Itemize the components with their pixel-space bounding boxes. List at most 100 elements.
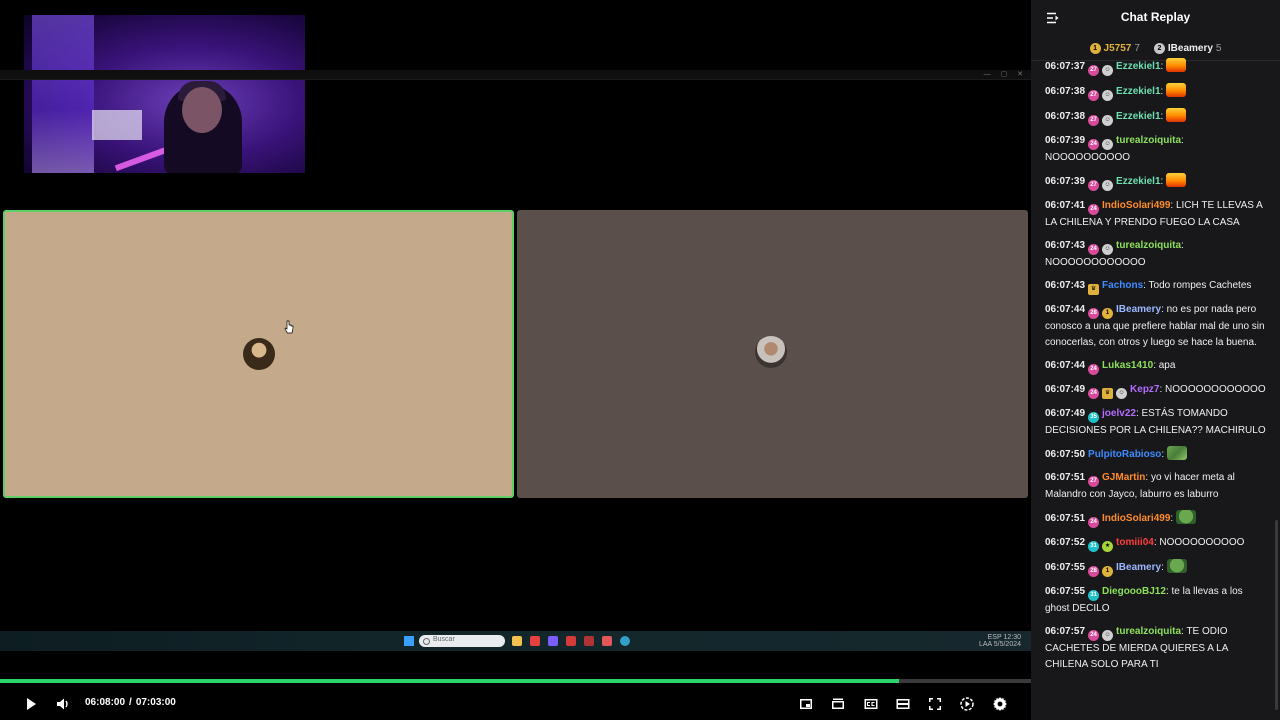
message-username[interactable]: Ezzekiel1 <box>1116 61 1160 72</box>
tray-region: LAA <box>978 641 992 648</box>
message-username[interactable]: IndioSolari499 <box>1102 513 1170 524</box>
message-timestamp: 06:07:57 <box>1045 626 1086 637</box>
chat-message: 06:07:38 27 ☺ Ezzekiel1: <box>1045 83 1267 101</box>
cyan-badge-icon: 31 <box>1088 590 1100 601</box>
call-participant-tile-active[interactable] <box>3 210 514 498</box>
message-text: NOOOOOOOOOO <box>1159 537 1245 548</box>
taskbar-search: Buscar <box>419 635 505 647</box>
seek-bar[interactable] <box>0 679 1031 683</box>
time-separator: / <box>129 697 132 708</box>
message-username[interactable]: IBeamery <box>1116 304 1161 315</box>
sub-badge-icon: 27 <box>1088 65 1100 76</box>
message-username[interactable]: Lukas1410 <box>1102 360 1153 371</box>
face-badge-icon: ☺ <box>1102 630 1114 641</box>
message-username[interactable]: turealzoiquita <box>1116 135 1181 146</box>
leaderboard-count: 5 <box>1215 42 1222 54</box>
message-username[interactable]: IndioSolari499 <box>1102 200 1170 211</box>
chat-message: 06:07:50 PulpitoRabioso: <box>1045 446 1267 463</box>
message-text: Todo rompes Cachetes <box>1148 280 1252 291</box>
sub-badge-icon: 24 <box>1088 630 1100 641</box>
captions-icon <box>864 699 878 709</box>
face-badge-icon: ☺ <box>1102 90 1114 101</box>
app-icon <box>620 636 630 646</box>
miniplayer-icon <box>800 699 812 709</box>
message-timestamp: 06:07:37 <box>1045 61 1086 72</box>
sub-badge-icon: 24 <box>1088 139 1100 150</box>
call-participant-tile[interactable] <box>517 210 1028 498</box>
theater-mode-button[interactable] <box>893 694 913 714</box>
leaderboard-entry: 2 IBeamery 5 <box>1153 40 1222 56</box>
message-username[interactable]: turealzoiquita <box>1116 240 1181 251</box>
chat-message: 06:07:39 27 ☺ Ezzekiel1: <box>1045 173 1267 191</box>
webcam-shelf <box>92 110 142 140</box>
seek-played <box>0 679 900 683</box>
clip-button[interactable] <box>828 694 848 714</box>
chat-message: 06:07:52 31 ★ tomiii04: NOOOOOOOOOO <box>1045 535 1267 552</box>
sub-badge-icon: 24 <box>1088 204 1100 215</box>
message-timestamp: 06:07:55 <box>1045 586 1086 597</box>
message-timestamp: 06:07:38 <box>1045 111 1086 122</box>
chat-scrollbar[interactable] <box>1275 520 1278 710</box>
map-emote-icon <box>1166 446 1187 460</box>
message-username[interactable]: GJMartin <box>1102 472 1145 483</box>
message-username[interactable]: Kepz7 <box>1130 384 1159 395</box>
fullscreen-icon <box>929 698 941 710</box>
message-colon: : <box>1161 562 1167 573</box>
message-username[interactable]: DiegoooBJ12 <box>1102 586 1166 597</box>
message-username[interactable]: Ezzekiel1 <box>1116 176 1160 187</box>
message-text: NOOOOOOOOOOOO <box>1045 257 1146 268</box>
message-timestamp: 06:07:51 <box>1045 513 1086 524</box>
sub-badge-icon: 28 <box>1088 308 1100 319</box>
message-timestamp: 06:07:43 <box>1045 240 1086 251</box>
mouse-pointer-icon <box>284 320 294 334</box>
crown-badge-icon: ♛ <box>1102 388 1114 399</box>
face-badge-icon: ☺ <box>1102 244 1114 255</box>
fire-emote-icon <box>1166 83 1187 97</box>
current-time: 06:08:00 <box>85 697 126 708</box>
leaderboard-name[interactable]: IBeamery <box>1168 43 1213 54</box>
leaderboard-name[interactable]: J5757 <box>1104 43 1132 54</box>
fullscreen-button[interactable] <box>925 694 945 714</box>
message-timestamp: 06:07:39 <box>1045 135 1086 146</box>
message-username[interactable]: Ezzekiel1 <box>1116 111 1160 122</box>
chat-message: 06:07:43 24 ☺ turealzoiquita: NOOOOOOOOOOOO <box>1045 238 1267 271</box>
message-timestamp: 06:07:49 <box>1045 408 1086 419</box>
message-username[interactable]: PulpitoRabioso <box>1088 449 1161 460</box>
message-username[interactable]: IBeamery <box>1116 562 1161 573</box>
chat-message: 06:07:55 31 DiegoooBJ12: te la llevas a lo… <box>1045 584 1267 617</box>
desktop-taskbar: Buscar ESP 12:30 LAA 5/5/2024 <box>0 631 1031 651</box>
message-text: NOOOOOOOOOOOO <box>1165 384 1266 395</box>
message-timestamp: 06:07:43 <box>1045 280 1086 291</box>
face-badge-icon: ☺ <box>1102 180 1114 191</box>
miniplayer-button[interactable] <box>796 694 816 714</box>
gear-icon <box>993 697 1007 711</box>
webcam-light <box>32 15 94 173</box>
face-badge-icon: ☺ <box>1102 65 1114 76</box>
volume-button[interactable] <box>53 694 73 714</box>
message-timestamp: 06:07:38 <box>1045 86 1086 97</box>
chat-message: 06:07:57 24 ☺ turealzoiquita: TE ODIO CACHE… <box>1045 624 1267 673</box>
settings-button[interactable] <box>990 694 1010 714</box>
message-username[interactable]: Ezzekiel1 <box>1116 86 1160 97</box>
chat-message: 06:07:44 24 Lukas1410: apa <box>1045 358 1267 375</box>
captions-button[interactable] <box>861 694 881 714</box>
pepe-emote-icon <box>1166 559 1187 573</box>
message-username[interactable]: turealzoiquita <box>1116 626 1181 637</box>
message-username[interactable]: Fachons <box>1102 280 1143 291</box>
message-colon: : <box>1181 135 1184 146</box>
playback-speed-button[interactable] <box>957 694 977 714</box>
chat-message-list[interactable]: 06:07:37 27 ☺ Ezzekiel1: 06:07:38 27 ☺ Ezzekie… <box>1045 58 1267 720</box>
message-timestamp: 06:07:50 <box>1045 449 1086 460</box>
pepe-emote-icon <box>1175 510 1196 524</box>
sub-badge-icon: 27 <box>1088 180 1100 191</box>
chat-replay-panel: Chat Replay 1 J5757 7 2 IBeamery 5 06:07:37 27… <box>1031 0 1280 720</box>
sub-badge-icon: 24 <box>1088 364 1100 375</box>
message-timestamp: 06:07:51 <box>1045 472 1086 483</box>
play-button[interactable] <box>21 694 41 714</box>
fire-emote-icon <box>1166 58 1187 72</box>
system-tray: ESP 12:30 LAA 5/5/2024 <box>979 634 1021 648</box>
message-username[interactable]: joelv22 <box>1102 408 1136 419</box>
video-player[interactable]: — ▢ ✕ Buscar ESP 12:30 LAA 5/5/2024 06:0… <box>0 0 1031 720</box>
sub-badge-icon: 24 <box>1088 244 1100 255</box>
message-username[interactable]: tomiii04 <box>1116 537 1154 548</box>
